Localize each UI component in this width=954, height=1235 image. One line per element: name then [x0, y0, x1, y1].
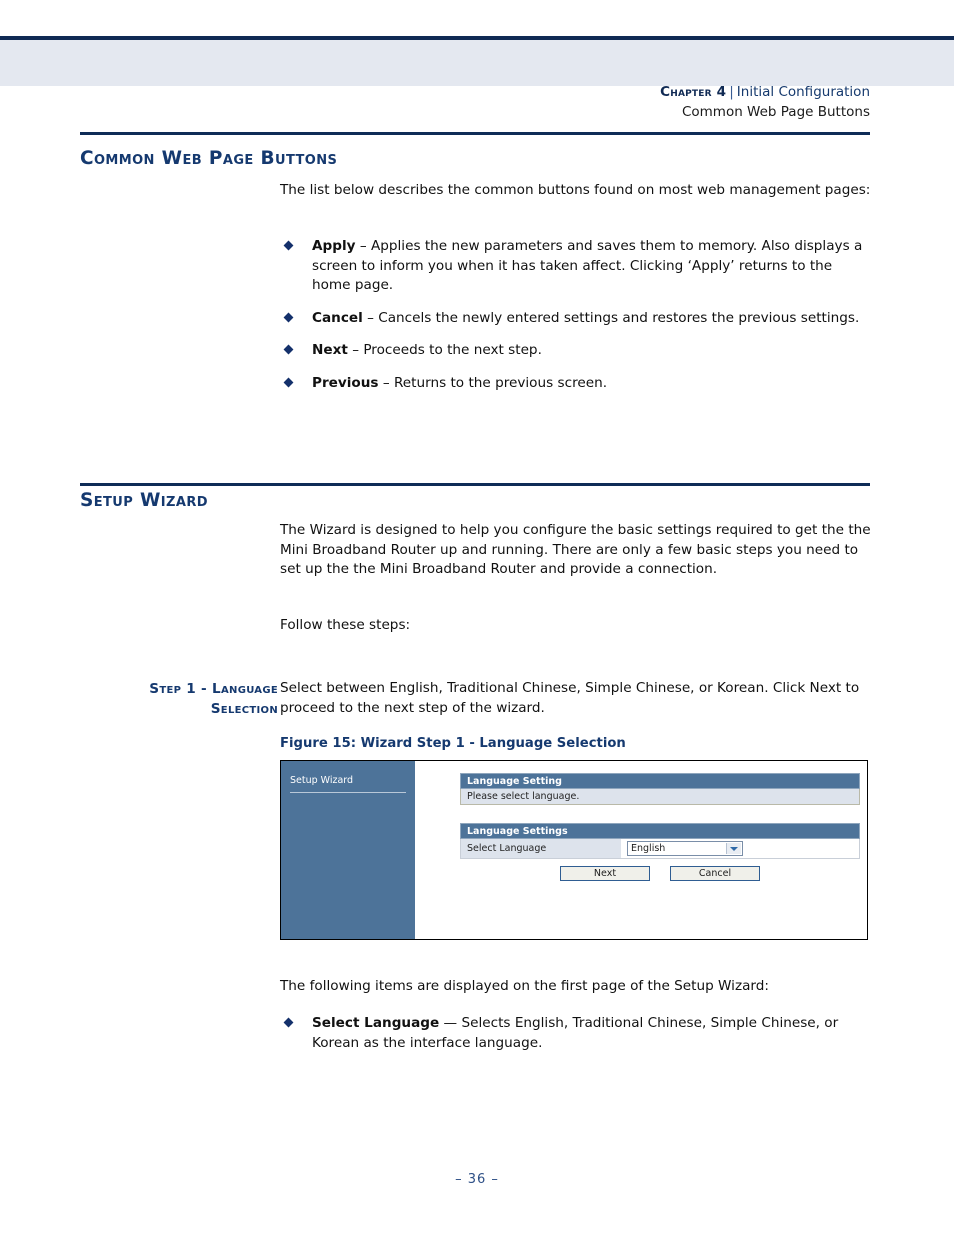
select-language-label: Select Language [461, 839, 621, 858]
header-text-block: Chapter 4 | Initial Configuration Common W… [660, 83, 870, 122]
bullet-description: Proceeds to the next step. [363, 342, 542, 359]
page-footer: – 36 – [0, 1172, 954, 1187]
header-chapter-line: Chapter 4 | Initial Configuration [660, 83, 870, 103]
cancel-button[interactable]: Cancel [670, 866, 760, 881]
bullet-dash: – [347, 342, 364, 359]
bullet-dash: – [378, 374, 394, 391]
running-header: Chapter 4 | Initial Configuration Common W… [0, 40, 954, 120]
language-settings-panel: Language Settings Select Language Englis… [460, 823, 860, 859]
step1-margin-heading-line2: Selection [210, 701, 278, 717]
bullet-description: Cancels the newly entered settings and r… [378, 309, 860, 326]
section1-rule [80, 132, 870, 135]
section1-intro-text: The list below describes the common butt… [280, 182, 871, 198]
list-item: Previous – Returns to the previous scree… [280, 374, 872, 394]
after-figure-intro: The following items are displayed on the… [280, 977, 872, 997]
step1-margin-heading-line1: Step 1 - Language [149, 681, 278, 697]
step1-body-text: Select between English, Traditional Chin… [280, 680, 860, 716]
bullet-term: Previous [312, 374, 379, 391]
section1-title: Common Web Page Buttons [80, 148, 338, 169]
step1-body: Select between English, Traditional Chin… [280, 679, 872, 718]
bullet-description: Returns to the previous screen. [393, 374, 608, 391]
diamond-bullet-icon [283, 240, 294, 251]
select-language-row: Select Language English [460, 839, 860, 859]
bullet-dash: — [439, 1015, 462, 1031]
bullet-term: Apply [312, 238, 356, 254]
figure-caption: Figure 15: Wizard Step 1 - Language Sele… [280, 736, 626, 751]
select-language-dropdown[interactable]: English [627, 841, 743, 856]
section2-title: Setup Wizard [80, 490, 208, 511]
wizard-button-row: Next Cancel [460, 866, 860, 881]
diamond-bullet-icon [283, 312, 294, 323]
header-separator: | [729, 84, 734, 100]
section2-rule [80, 483, 870, 486]
chevron-down-icon[interactable] [726, 843, 741, 854]
list-item: Next – Proceeds to the next step. [280, 341, 872, 361]
bullet-dash: – [355, 238, 371, 254]
after-figure-intro-text: The following items are displayed on the… [280, 978, 769, 994]
after-figure-bullet-list: Select Language — Selects English, Tradi… [280, 1014, 872, 1053]
wizard-main-panel: Language Setting Please select language.… [415, 761, 867, 939]
language-setting-note: Please select language. [460, 789, 860, 805]
list-item: Select Language — Selects English, Tradi… [280, 1014, 872, 1053]
diamond-bullet-icon [283, 344, 294, 355]
header-section-title: Common Web Page Buttons [681, 103, 870, 120]
sidebar-item-setup-wizard[interactable]: Setup Wizard [290, 775, 406, 793]
header-chapter-title: Initial Configuration [736, 84, 870, 100]
bullet-term: Select Language [312, 1015, 440, 1031]
section2-paragraph-1: The Wizard is designed to help you confi… [280, 521, 872, 580]
diamond-bullet-icon [283, 377, 294, 388]
section1-intro: The list below describes the common butt… [280, 181, 872, 201]
section2-para1-text: The Wizard is designed to help you confi… [280, 522, 871, 578]
language-settings-panel-title: Language Settings [460, 823, 860, 839]
language-setting-panel: Language Setting Please select language. [460, 773, 860, 805]
page-number: – 36 – [455, 1172, 499, 1187]
list-item: Apply – Applies the new parameters and s… [280, 237, 872, 296]
bullet-term: Cancel [312, 309, 363, 326]
language-setting-panel-title: Language Setting [460, 773, 860, 789]
wizard-sidebar: Setup Wizard [281, 761, 415, 939]
bullet-term: Next [312, 342, 348, 359]
section2-paragraph-2: Follow these steps: [280, 616, 872, 636]
header-chapter-number: Chapter 4 [660, 84, 727, 100]
bullet-dash: – [362, 309, 379, 326]
section1-bullet-list: Apply – Applies the new parameters and s… [280, 237, 872, 394]
figure-screenshot: Setup Wizard Language Setting Please sel… [280, 760, 868, 940]
bullet-description: Applies the new parameters and saves the… [312, 238, 863, 294]
next-button[interactable]: Next [560, 866, 650, 881]
section2-para2-text: Follow these steps: [280, 617, 411, 633]
select-language-control-cell: English [621, 839, 859, 858]
list-item: Cancel – Cancels the newly entered setti… [280, 309, 872, 329]
diamond-bullet-icon [283, 1017, 294, 1028]
document-page: Chapter 4 | Initial Configuration Common W… [0, 0, 954, 1235]
select-language-value: English [631, 843, 666, 854]
step1-margin-heading: Step 1 - Language Selection [68, 679, 278, 719]
